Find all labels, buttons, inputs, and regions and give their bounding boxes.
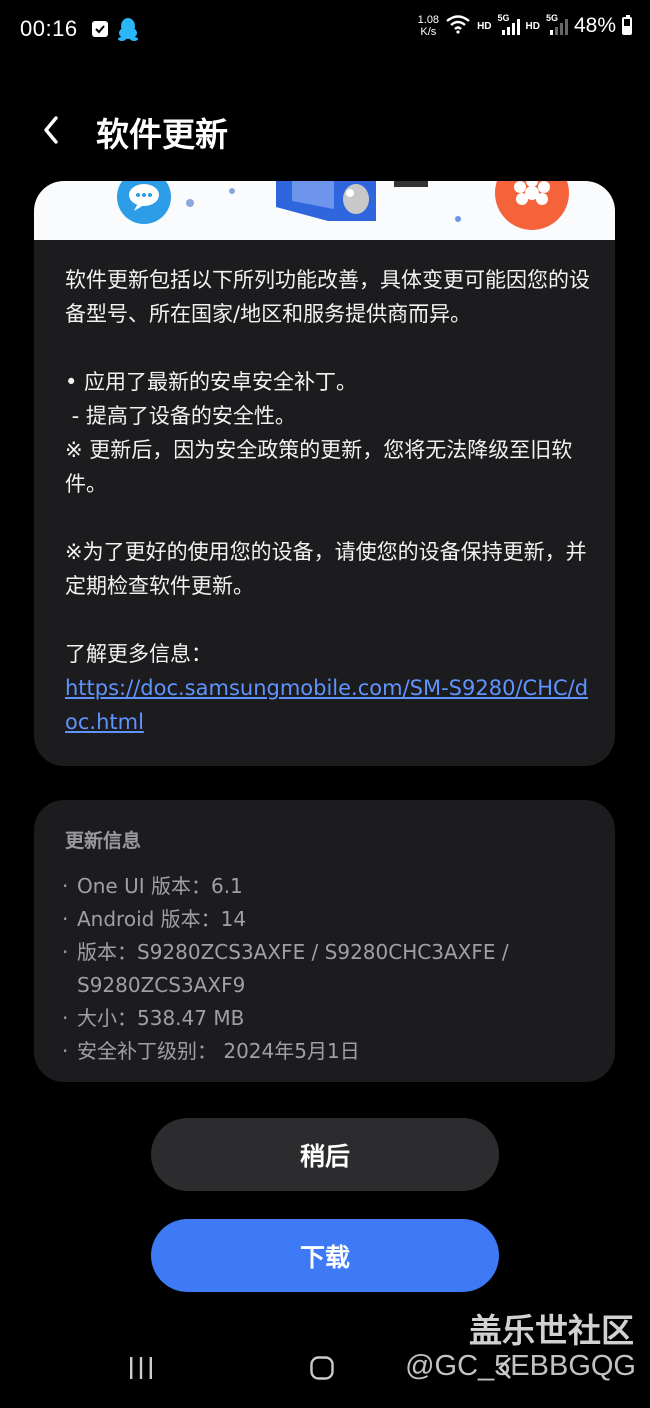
notes-intro: 软件更新包括以下所列功能改善，具体变更可能因您的设备型号、所在国家/地区和服务提… <box>65 268 590 326</box>
notes-item: ※ 更新后，因为安全政策的更新，您将无法降级至旧软件。 <box>65 438 573 496</box>
qq-penguin-icon <box>117 17 139 45</box>
wifi-icon <box>445 14 471 38</box>
status-bar: 00:16 1.08 K/s HD 5G HD 5G 48% <box>0 0 650 62</box>
recent-apps-icon <box>130 1357 152 1379</box>
release-notes-text: 软件更新包括以下所列功能改善，具体变更可能因您的设备型号、所在国家/地区和服务提… <box>65 263 590 739</box>
update-info-list: · One UI 版本：6.1 · Android 版本：14 · 版本：S9280Z… <box>62 870 592 1068</box>
nav-back-icon <box>498 1357 511 1379</box>
battery-percent: 48% <box>573 14 616 37</box>
release-notes-card: 软件更新包括以下所列功能改善，具体变更可能因您的设备型号、所在国家/地区和服务提… <box>34 181 615 766</box>
list-item: · 安全补丁级别： 2024年5月1日 <box>62 1039 360 1063</box>
app-header: 软件更新 <box>0 100 650 160</box>
notes-more-info-label: 了解更多信息： <box>65 642 212 666</box>
network-speed: 1.08 K/s <box>417 14 440 38</box>
download-button[interactable]: 下载 <box>151 1219 499 1292</box>
later-button[interactable]: 稍后 <box>151 1118 499 1191</box>
home-icon <box>310 1356 334 1380</box>
list-item: · Android 版本：14 <box>62 907 247 931</box>
checkbox-notification-icon <box>92 21 108 37</box>
notes-item: - 提高了设备的安全性。 <box>65 404 296 428</box>
notes-item: • 应用了最新的安卓安全补丁。 <box>65 370 358 394</box>
signal-5g-icon: 5G <box>498 13 520 37</box>
chevron-left-icon <box>44 116 58 144</box>
page-title: 软件更新 <box>96 115 228 154</box>
watermark-handle: @GC_5EBBGQG <box>405 1350 636 1382</box>
update-illustration <box>34 181 615 240</box>
home-button[interactable] <box>310 1356 334 1380</box>
nav-back-button[interactable] <box>497 1356 513 1380</box>
battery-icon <box>622 15 632 35</box>
list-item: · 版本：S9280ZCS3AXFE / S9280CHC3AXFE / S928… <box>62 940 509 997</box>
update-info-card: 更新信息 · One UI 版本：6.1 · Android 版本：14 · 版本：S… <box>34 800 615 1082</box>
list-item: · 大小：538.47 MB <box>62 1006 245 1030</box>
update-info-title: 更新信息 <box>65 830 142 852</box>
recent-apps-button[interactable] <box>128 1356 154 1380</box>
watermark-site: 盖乐世社区 <box>469 1311 634 1350</box>
status-time: 00:16 <box>20 16 78 41</box>
notes-reminder: ※为了更好的使用您的设备，请使您的设备保持更新，并定期检查软件更新。 <box>65 540 587 598</box>
back-button[interactable] <box>36 106 76 150</box>
hd-voice-indicator: HD <box>477 20 492 32</box>
signal-5g-icon-2: 5G <box>546 13 568 37</box>
documentation-link[interactable]: https://doc.samsungmobile.com/SM-S9280/C… <box>65 676 588 734</box>
list-item: · One UI 版本：6.1 <box>62 874 243 898</box>
hd-voice-indicator-2: HD <box>525 20 540 32</box>
